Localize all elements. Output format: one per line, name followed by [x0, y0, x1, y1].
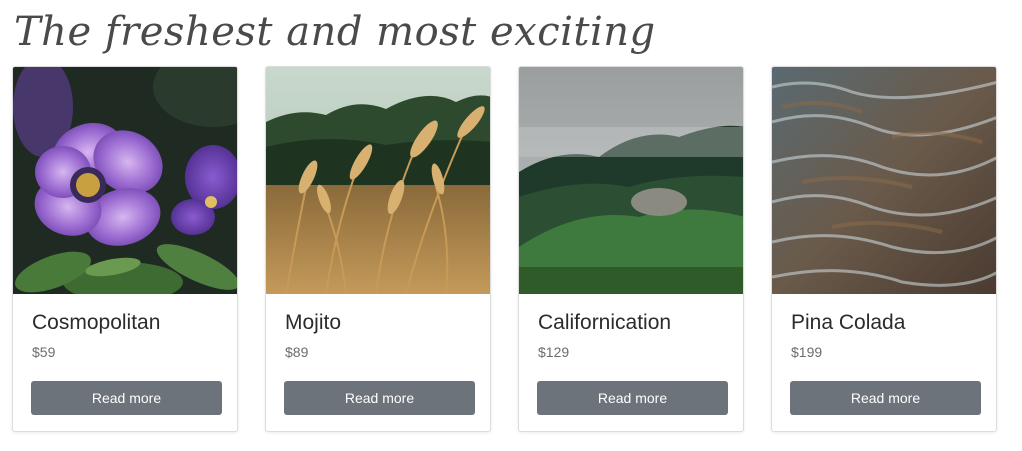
product-title: Californication — [538, 311, 672, 334]
product-image[interactable] — [772, 67, 996, 294]
product-title: Cosmopolitan — [32, 311, 161, 334]
product-title: Pina Colada — [791, 311, 906, 334]
product-price: $129 — [538, 344, 570, 360]
product-card: Cosmopolitan $59 Read more — [12, 66, 238, 432]
product-price: $89 — [285, 344, 309, 360]
product-cards: Cosmopolitan $59 Read more Mojito $89 Re… — [12, 66, 997, 432]
page: The freshest and most exciting Cosmopoli… — [0, 0, 1022, 451]
read-more-button[interactable]: Read more — [790, 381, 981, 415]
read-more-button[interactable]: Read more — [537, 381, 728, 415]
read-more-button[interactable]: Read more — [31, 381, 222, 415]
product-image[interactable] — [13, 67, 237, 294]
product-image[interactable] — [519, 67, 743, 294]
product-title: Mojito — [285, 311, 342, 334]
product-price: $59 — [32, 344, 56, 360]
page-heading: The freshest and most exciting — [14, 9, 656, 55]
product-card: Pina Colada $199 Read more — [771, 66, 997, 432]
product-card: Californication $129 Read more — [518, 66, 744, 432]
product-card: Mojito $89 Read more — [265, 66, 491, 432]
read-more-button[interactable]: Read more — [284, 381, 475, 415]
product-price: $199 — [791, 344, 823, 360]
product-image[interactable] — [266, 67, 490, 294]
